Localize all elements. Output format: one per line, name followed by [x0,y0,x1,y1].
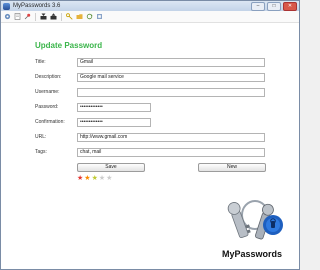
reload-icon[interactable] [86,13,93,20]
gear-icon[interactable] [4,13,11,20]
strength-star-icon: ★ [77,175,84,182]
strength-star-icon: ★ [84,175,91,182]
password-input[interactable]: ••••••••••••• [77,103,151,112]
pin-icon[interactable] [24,13,31,20]
save-button[interactable]: Save [77,163,145,172]
form-buttons: Save New [77,163,266,172]
key-ring-icon [227,200,283,240]
mypasswords-logo: MyPasswords [211,193,293,269]
export-icon[interactable] [50,13,57,20]
username-label: Username: [35,89,60,95]
password-strength-rating: ★ ★ ★ ★ ★ [77,175,112,182]
url-input[interactable]: http://www.gmail.com [77,133,265,142]
confirmation-label: Confirmation: [35,119,65,125]
minimize-button[interactable]: – [251,1,265,11]
strength-star-icon: ★ [98,175,106,182]
close-button[interactable]: ✕ [283,1,297,11]
title-label: Title: [35,59,46,65]
key-icon[interactable] [66,13,73,20]
maximize-button[interactable]: □ [267,1,281,11]
tags-input[interactable]: chat, mail [77,148,265,157]
logo-text: MyPasswords [221,249,283,259]
toolbar-separator [61,12,62,21]
title-row: Title: Gmail [35,58,265,67]
username-row: Username: [35,88,265,97]
app-window: MyPasswords 3.6 – □ ✕ Update Password Ti… [0,0,300,270]
strength-star-icon: ★ [91,175,98,182]
title-bar: MyPasswords 3.6 – □ ✕ [1,1,299,11]
description-input[interactable]: Google mail service [77,73,265,82]
url-row: URL: http://www.gmail.com [35,133,265,142]
update-password-form: Update Password Title: Gmail Description… [1,23,299,269]
page-title: Update Password [35,41,103,50]
tags-label: Tags: [35,149,47,155]
confirmation-input[interactable]: ••••••••••••• [77,118,151,127]
url-label: URL: [35,134,47,140]
description-row: Description: Google mail service [35,73,265,82]
confirmation-row: Confirmation: ••••••••••••• [35,118,265,127]
settings-icon[interactable] [96,13,103,20]
description-label: Description: [35,74,62,80]
toolbar-separator [35,12,36,21]
import-icon[interactable] [40,13,47,20]
folder-icon[interactable] [76,13,83,20]
window-title: MyPasswords 3.6 [13,3,61,9]
new-button[interactable]: New [198,163,266,172]
tags-row: Tags: chat, mail [35,148,265,157]
username-input[interactable] [77,88,265,97]
password-label: Password: [35,104,59,110]
toolbar [1,11,299,23]
title-input[interactable]: Gmail [77,58,265,67]
document-icon[interactable] [14,13,21,20]
strength-star-icon: ★ [106,175,113,182]
app-icon [3,2,10,10]
window-controls: – □ ✕ [251,1,297,11]
password-row: Password: ••••••••••••• [35,103,265,112]
